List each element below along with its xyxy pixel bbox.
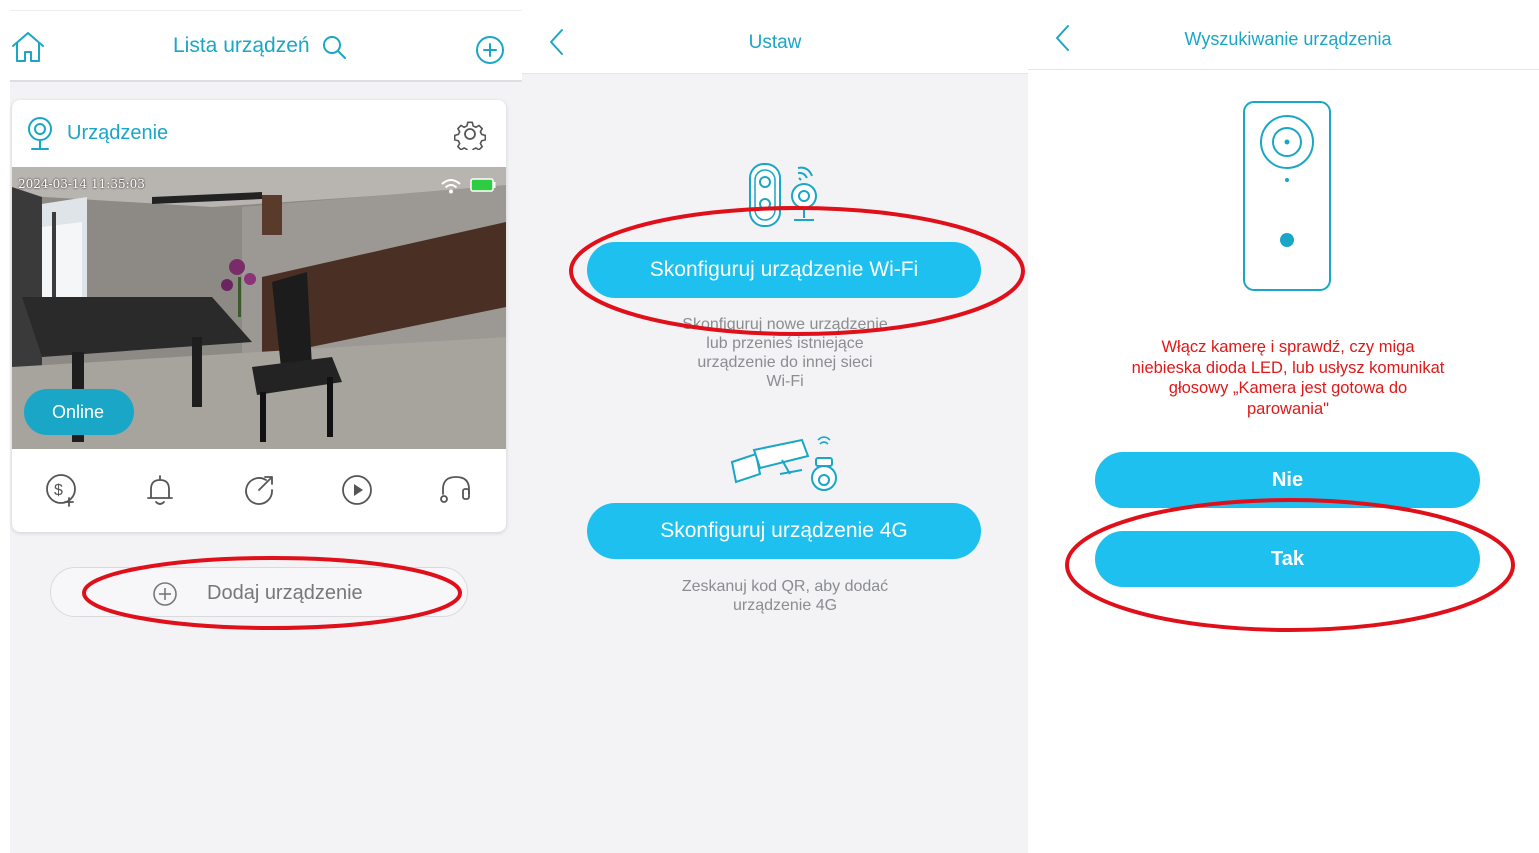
bell-icon[interactable] — [142, 472, 178, 508]
configure-4g-device-button[interactable]: Skonfiguruj urządzenie 4G — [587, 503, 981, 559]
yes-button[interactable]: Tak — [1095, 531, 1480, 587]
configure-wifi-device-button[interactable]: Skonfiguruj urządzenie Wi-Fi — [587, 242, 981, 298]
add-device-button[interactable]: Dodaj urządzenie — [50, 567, 468, 617]
share-icon[interactable] — [241, 472, 277, 508]
dollar-plus-icon[interactable]: $ — [44, 472, 80, 508]
webcam-icon — [28, 117, 52, 150]
pairing-instruction: Włącz kamerę i sprawdź, czy miga niebies… — [1131, 338, 1445, 418]
device-search-screen: Wyszukiwanie urządzenia Włącz kamerę i s… — [1028, 0, 1539, 853]
camera-preview[interactable]: 2024-03-14 11:35:03 Online — [12, 167, 506, 449]
search-icon[interactable] — [321, 34, 347, 60]
page-title: Wyszukiwanie urządzenia — [1184, 29, 1392, 49]
no-button[interactable]: Nie — [1095, 452, 1480, 508]
cctv-camera-icon — [730, 436, 837, 491]
recording-timestamp: 2024-03-14 11:35:03 — [18, 177, 145, 191]
status-badge: Online — [24, 389, 134, 435]
device-actions-bar: $ — [12, 449, 506, 532]
device-card[interactable]: Urządzenie 2024-03-14 11:35:03 Online $ — [12, 100, 506, 532]
page-title: Lista urządzeń — [173, 34, 310, 57]
battery-icon — [470, 178, 496, 192]
top-divider — [10, 10, 522, 11]
wifi-icon — [441, 179, 461, 194]
device-list-screen: Lista urządzeń Urządzenie 2024-03-14 11:… — [0, 0, 522, 853]
svg-text:$: $ — [54, 482, 63, 499]
device-card-header: Urządzenie — [12, 100, 506, 167]
setup-screen: Ustaw Skonfiguruj urządzenie Wi-Fi Skonf… — [522, 0, 1028, 853]
home-icon[interactable] — [10, 30, 46, 64]
wifi-option-description: Skonfiguruj nowe urządzenie lub przenieś… — [682, 316, 888, 390]
headset-icon[interactable] — [438, 472, 474, 508]
gear-icon[interactable] — [454, 118, 486, 150]
doorbell-camera-icon — [749, 163, 817, 227]
play-icon[interactable] — [339, 472, 375, 508]
device-name: Urządzenie — [67, 122, 169, 144]
add-device-label: Dodaj urządzenie — [207, 582, 363, 604]
page-title: Ustaw — [748, 32, 802, 53]
search-header: Wyszukiwanie urządzenia — [1028, 0, 1539, 70]
device-list-header: Lista urządzeń — [0, 14, 522, 80]
4g-option-description: Zeskanuj kod QR, aby dodać urządzenie 4G — [681, 578, 889, 614]
add-circle-icon[interactable] — [474, 34, 506, 66]
plus-circle-icon — [153, 582, 177, 606]
setup-header: Ustaw — [522, 0, 1028, 74]
doorbell-camera-icon — [1243, 101, 1331, 291]
